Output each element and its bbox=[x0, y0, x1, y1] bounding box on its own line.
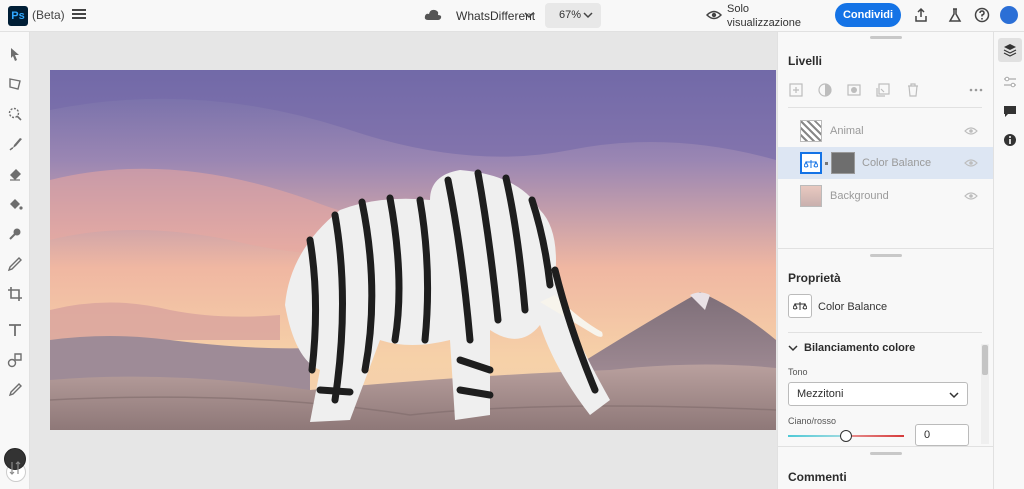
zoom-value: 67% bbox=[559, 9, 582, 21]
cyan-red-value-field[interactable]: 0 bbox=[915, 424, 969, 446]
chevron-down-icon[interactable] bbox=[523, 9, 535, 21]
adjustment-type-icon bbox=[788, 294, 812, 318]
panel-grip[interactable] bbox=[870, 452, 902, 455]
shape-tool-icon[interactable] bbox=[7, 352, 23, 368]
cyan-red-label: Ciano/rosso bbox=[788, 416, 837, 426]
swap-colors-icon[interactable] bbox=[7, 460, 23, 476]
more-options-icon[interactable] bbox=[968, 82, 984, 98]
balance-scale-icon bbox=[804, 160, 818, 168]
layer-name: Background bbox=[830, 190, 889, 202]
eraser-tool-icon[interactable] bbox=[7, 166, 23, 182]
flask-icon[interactable] bbox=[947, 7, 963, 23]
divider bbox=[788, 107, 982, 108]
healing-brush-icon[interactable] bbox=[7, 256, 23, 272]
menu-icon[interactable] bbox=[71, 7, 87, 23]
layers-panel-button[interactable] bbox=[998, 38, 1022, 62]
delete-layer-icon[interactable] bbox=[905, 82, 921, 98]
section-title[interactable]: Bilanciamento colore bbox=[804, 342, 915, 354]
layers-icon bbox=[1003, 44, 1017, 57]
layer-mask-thumbnail[interactable] bbox=[831, 152, 855, 174]
panels-column: Livelli Animal Color Balance Background … bbox=[777, 32, 994, 489]
add-layer-icon[interactable] bbox=[788, 82, 804, 98]
tone-select[interactable]: Mezzitoni bbox=[788, 382, 968, 406]
comments-panel-title: Commenti bbox=[788, 470, 847, 484]
add-mask-icon[interactable] bbox=[846, 82, 862, 98]
visibility-eye-icon[interactable] bbox=[964, 158, 978, 168]
layer-thumbnail bbox=[800, 185, 822, 207]
scrollbar-thumb[interactable] bbox=[982, 345, 988, 375]
layer-name: Color Balance bbox=[862, 157, 932, 169]
panel-grip[interactable] bbox=[870, 254, 902, 257]
divider bbox=[778, 446, 994, 447]
user-avatar[interactable] bbox=[1000, 6, 1018, 24]
comments-panel-button[interactable] bbox=[998, 100, 1022, 124]
export-icon[interactable] bbox=[913, 7, 929, 23]
layer-row-background[interactable]: Background bbox=[778, 180, 994, 212]
info-panel-button[interactable] bbox=[998, 128, 1022, 152]
sliders-icon bbox=[1004, 76, 1016, 88]
paint-bucket-icon[interactable] bbox=[7, 196, 23, 212]
brush-tool-icon[interactable] bbox=[7, 136, 23, 152]
share-button[interactable]: Condividi bbox=[835, 3, 901, 27]
panel-rail bbox=[993, 32, 1024, 489]
photoshop-logo: Ps bbox=[8, 6, 28, 26]
lasso-tool-icon[interactable] bbox=[7, 76, 23, 92]
divider bbox=[778, 248, 994, 249]
tone-select-value: Mezzitoni bbox=[797, 388, 844, 400]
layer-name: Animal bbox=[830, 125, 864, 137]
move-tool-icon[interactable] bbox=[7, 46, 23, 62]
layers-panel-title: Livelli bbox=[788, 54, 823, 68]
view-only-line1: Solo bbox=[727, 3, 750, 15]
properties-panel-button[interactable] bbox=[998, 70, 1022, 94]
eye-icon[interactable] bbox=[706, 8, 722, 22]
help-icon[interactable] bbox=[974, 7, 990, 23]
comment-icon bbox=[1004, 106, 1016, 117]
beta-badge: (Beta) bbox=[32, 8, 65, 22]
panel-grip[interactable] bbox=[870, 36, 902, 39]
properties-panel-title: Proprietà bbox=[788, 271, 841, 285]
visibility-eye-icon[interactable] bbox=[964, 126, 978, 136]
type-tool-icon[interactable] bbox=[7, 322, 23, 338]
crop-tool-icon[interactable] bbox=[7, 286, 23, 302]
adjustment-layer-icon[interactable] bbox=[817, 82, 833, 98]
layer-row-animal[interactable]: Animal bbox=[778, 115, 994, 147]
chevron-down-icon[interactable] bbox=[788, 343, 798, 353]
adjustment-name: Color Balance bbox=[818, 301, 888, 313]
chevron-down-icon bbox=[949, 392, 959, 399]
cyan-red-slider-handle[interactable] bbox=[840, 430, 852, 442]
view-only-line2: visualizzazione bbox=[727, 17, 801, 29]
balance-scale-icon bbox=[793, 302, 807, 310]
clone-stamp-icon[interactable] bbox=[7, 226, 23, 242]
tone-label: Tono bbox=[788, 367, 808, 377]
eyedropper-icon[interactable] bbox=[7, 382, 23, 398]
place-image-icon[interactable] bbox=[875, 82, 891, 98]
top-bar: Ps (Beta) WhatsDifferent 67% Solo visual… bbox=[0, 0, 1024, 32]
layer-row-color-balance[interactable]: Color Balance bbox=[778, 147, 994, 179]
info-icon bbox=[1004, 134, 1016, 146]
link-dot bbox=[825, 162, 828, 165]
view-only-toggle[interactable]: Solo visualizzazione bbox=[727, 2, 801, 30]
chevron-down-icon[interactable] bbox=[582, 9, 594, 21]
tools-toolbar bbox=[0, 32, 30, 489]
cloud-icon[interactable] bbox=[424, 8, 442, 22]
visibility-eye-icon[interactable] bbox=[964, 191, 978, 201]
document-canvas[interactable] bbox=[50, 70, 776, 430]
quick-select-icon[interactable] bbox=[7, 106, 23, 122]
layer-thumbnail bbox=[800, 120, 822, 142]
divider bbox=[788, 332, 982, 333]
